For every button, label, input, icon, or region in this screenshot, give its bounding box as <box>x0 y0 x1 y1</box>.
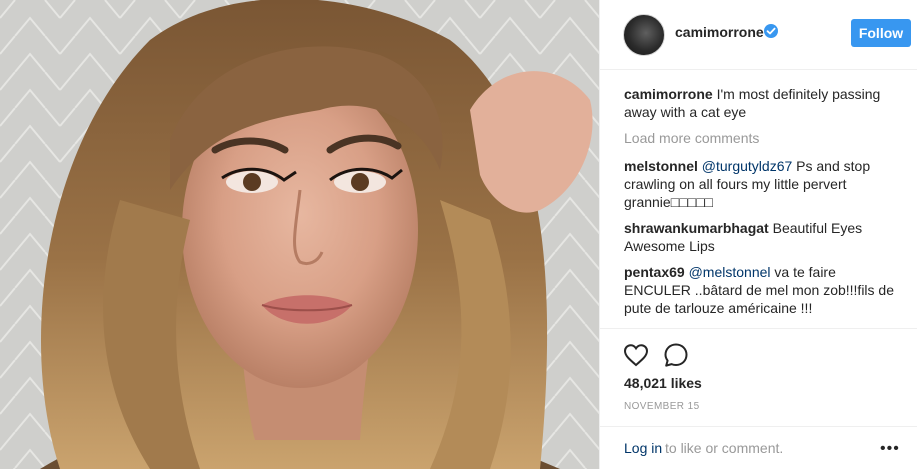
comment-icon[interactable] <box>663 342 689 368</box>
comment-item: melstonnel @turgutyldz67 Ps and stop cra… <box>624 157 896 211</box>
author-username[interactable]: camimorrone <box>675 24 764 40</box>
photo-illustration <box>0 0 599 469</box>
comment-username[interactable]: melstonnel <box>624 158 698 174</box>
comment-item: pentax69 @melstonnel va te faire ENCULER… <box>624 263 896 317</box>
post-header: camimorrone Follow <box>600 0 917 70</box>
comment-username[interactable]: pentax69 <box>624 264 685 280</box>
avatar[interactable] <box>623 14 665 56</box>
heart-icon[interactable] <box>623 343 649 367</box>
comment-mention[interactable]: @turgutyldz67 <box>702 158 792 174</box>
comment-item: shrawankumarbhagat Beautiful Eyes Awesom… <box>624 219 896 255</box>
post-photo[interactable] <box>0 0 599 469</box>
caption: camimorrone I'm most definitely passing … <box>624 85 896 121</box>
comment-mention[interactable]: @melstonnel <box>689 264 771 280</box>
post-sidebar: camimorrone Follow camimorrone I'm most … <box>599 0 917 469</box>
star-icon: ☆ <box>715 326 728 327</box>
post-date[interactable]: NOVEMBER 15 <box>624 401 700 412</box>
comments-list[interactable]: camimorrone I'm most definitely passing … <box>624 85 896 327</box>
post-actions: 48,021 likes NOVEMBER 15 Log in to like … <box>600 328 917 469</box>
caption-username[interactable]: camimorrone <box>624 86 713 102</box>
more-options-icon[interactable]: ••• <box>880 440 900 458</box>
comment-item: shines_twice ☆ <box>624 325 896 327</box>
post-container: camimorrone Follow camimorrone I'm most … <box>0 0 917 469</box>
load-more-comments-link[interactable]: Load more comments <box>624 129 896 147</box>
verified-badge-icon <box>764 24 778 38</box>
comment-username[interactable]: shrawankumarbhagat <box>624 220 769 236</box>
login-prompt-text: to like or comment. <box>665 440 784 456</box>
login-link[interactable]: Log in <box>624 440 662 456</box>
comment-username[interactable]: shines_twice <box>624 326 711 327</box>
login-prompt: Log in to like or comment. ••• <box>600 426 917 470</box>
likes-count[interactable]: 48,021 likes <box>624 375 702 391</box>
follow-button[interactable]: Follow <box>851 19 911 47</box>
